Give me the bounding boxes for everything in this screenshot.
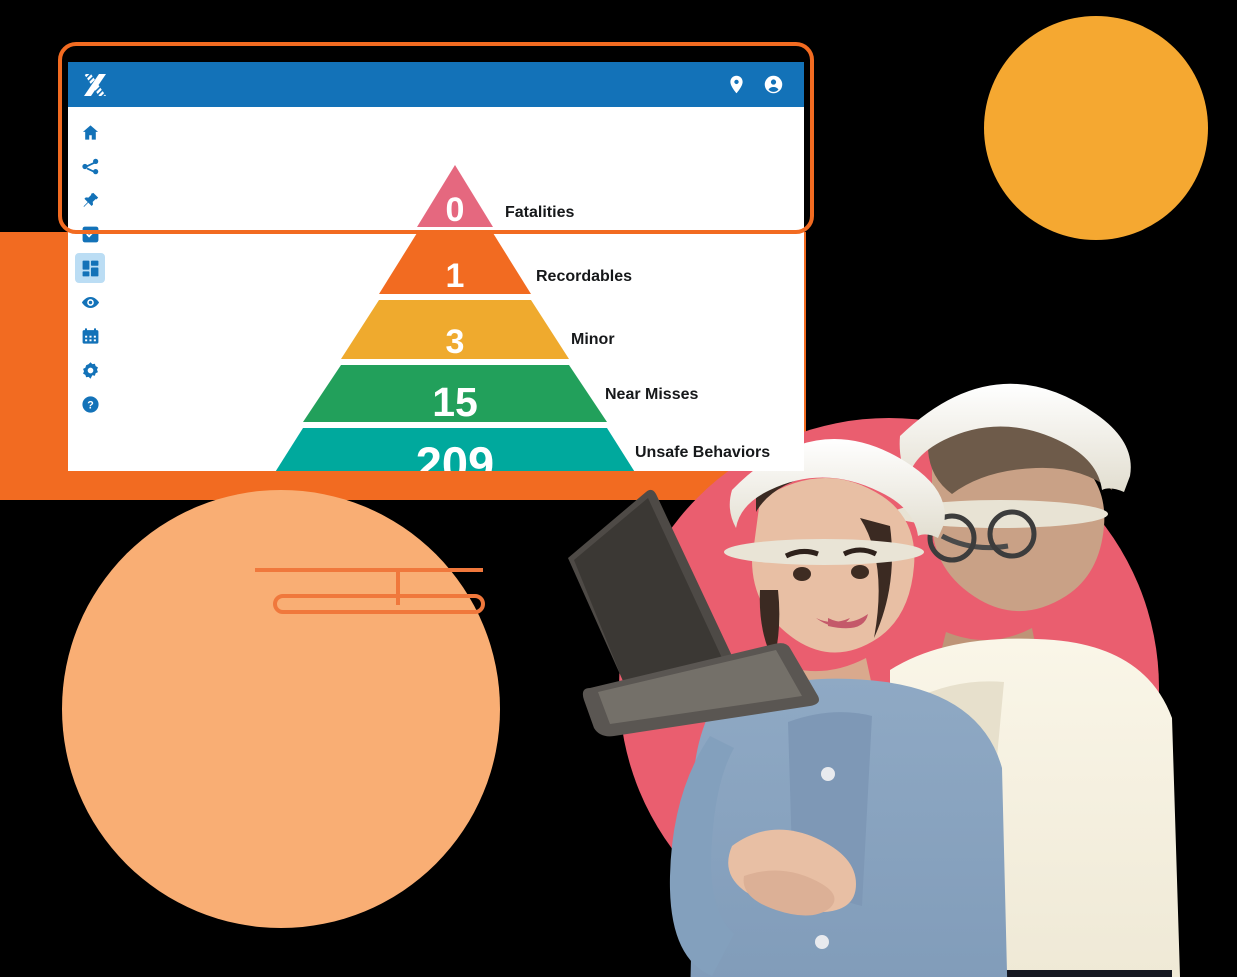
sidebar-item-calendar[interactable] (75, 321, 105, 351)
sidebar-item-share[interactable] (75, 151, 105, 181)
sidebar-item-tasks[interactable] (75, 219, 105, 249)
sidebar-item-help[interactable]: ? (75, 389, 105, 419)
sidebar-item-observations[interactable] (75, 287, 105, 317)
app-window: ? 0 1 3 15 209 Fatalities Recordables Mi… (68, 62, 804, 471)
pyramid-tier-4-value: 209 (416, 437, 494, 471)
pyramid-tier-0-value: 0 (446, 191, 465, 229)
sidebar-item-settings[interactable] (75, 355, 105, 385)
user-account-icon[interactable] (763, 74, 784, 95)
sidebar-item-pinned[interactable] (75, 185, 105, 215)
location-pin-icon[interactable] (726, 74, 747, 95)
app-logo-icon (80, 70, 110, 100)
home-icon (82, 124, 98, 140)
pyramid-label-near-misses: Near Misses (605, 386, 699, 403)
svg-text:?: ? (87, 399, 94, 411)
help-icon: ? (81, 395, 99, 413)
pin-icon (83, 192, 98, 207)
decor-line-art (255, 568, 485, 614)
dashboard-icon (82, 260, 98, 276)
pyramid-label-recordables: Recordables (536, 268, 633, 285)
pyramid-label-minor: Minor (571, 331, 615, 348)
pyramid-graphic: 0 1 3 15 209 (275, 165, 635, 471)
share-icon (81, 158, 98, 174)
sidebar-item-dashboard[interactable] (75, 253, 105, 283)
calendar-icon (82, 327, 98, 344)
eye-icon (81, 296, 99, 308)
sidebar-nav: ? (68, 107, 112, 471)
pyramid-tier-3-value: 15 (432, 379, 478, 425)
checkbox-icon (82, 226, 98, 242)
sidebar-item-home[interactable] (75, 117, 105, 147)
pyramid-label-fatalities: Fatalities (505, 204, 575, 221)
app-titlebar (68, 62, 804, 107)
page-root: ? 0 1 3 15 209 Fatalities Recordables Mi… (0, 0, 1237, 977)
pyramid-tier-1-value: 1 (446, 257, 465, 295)
safety-pyramid-chart: 0 1 3 15 209 Fatalities Recordables Mino… (112, 107, 804, 471)
pyramid-label-unsafe-behaviors: Unsafe Behaviors (635, 444, 771, 461)
gear-icon (82, 361, 98, 379)
titlebar-actions (726, 74, 784, 95)
pyramid-tier-2-value: 3 (446, 323, 465, 361)
